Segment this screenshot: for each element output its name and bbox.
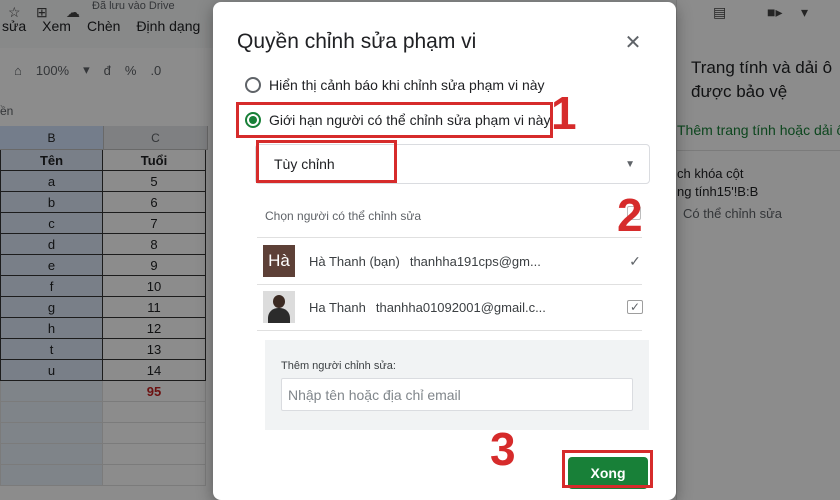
divider bbox=[257, 237, 642, 238]
editor-name: Ha Thanh bbox=[309, 299, 366, 315]
choose-editors-label: Chọn người có thể chỉnh sửa bbox=[265, 209, 422, 223]
highlight-restrict-option bbox=[236, 102, 553, 138]
close-icon[interactable]: ✕ bbox=[619, 28, 647, 56]
range-permissions-dialog: Quyền chỉnh sửa phạm vi ✕ Hiển thị cảnh … bbox=[213, 2, 676, 500]
option-show-warning[interactable]: Hiển thị cảnh báo khi chỉnh sửa phạm vi … bbox=[245, 77, 545, 93]
option-show-warning-label: Hiển thị cảnh báo khi chỉnh sửa phạm vi … bbox=[269, 77, 545, 93]
checkmark-icon[interactable]: ✓ bbox=[627, 253, 643, 270]
checkbox-checked-icon[interactable]: ✓ bbox=[627, 300, 643, 314]
editor-row: Hà Hà Thanh (bạn) thanhha191cps@gm... ✓ bbox=[263, 244, 643, 278]
step-number-3: 3 bbox=[490, 423, 516, 475]
editor-row: Ha Thanh thanhha01092001@gmail.c... ✓ bbox=[263, 290, 643, 324]
add-editor-panel: Thêm người chỉnh sửa: bbox=[265, 340, 649, 430]
divider bbox=[257, 330, 642, 331]
radio-show-warning[interactable] bbox=[245, 77, 261, 93]
editor-email: thanhha191cps@gm... bbox=[409, 253, 541, 269]
avatar bbox=[263, 291, 295, 323]
editor-email: thanhha01092001@gmail.c... bbox=[375, 299, 546, 315]
editor-name: Hà Thanh (bạn) bbox=[309, 253, 400, 269]
caret-down-icon: ▼ bbox=[625, 158, 635, 170]
dialog-title: Quyền chỉnh sửa phạm vi bbox=[237, 30, 477, 53]
step-number-2: 2 bbox=[617, 189, 643, 241]
add-editor-label: Thêm người chỉnh sửa: bbox=[281, 360, 396, 372]
divider bbox=[257, 284, 642, 285]
highlight-dropdown bbox=[256, 140, 397, 183]
avatar: Hà bbox=[263, 245, 295, 277]
add-editor-input[interactable] bbox=[281, 378, 633, 411]
step-number-1: 1 bbox=[551, 87, 577, 139]
highlight-done-button bbox=[562, 450, 653, 488]
